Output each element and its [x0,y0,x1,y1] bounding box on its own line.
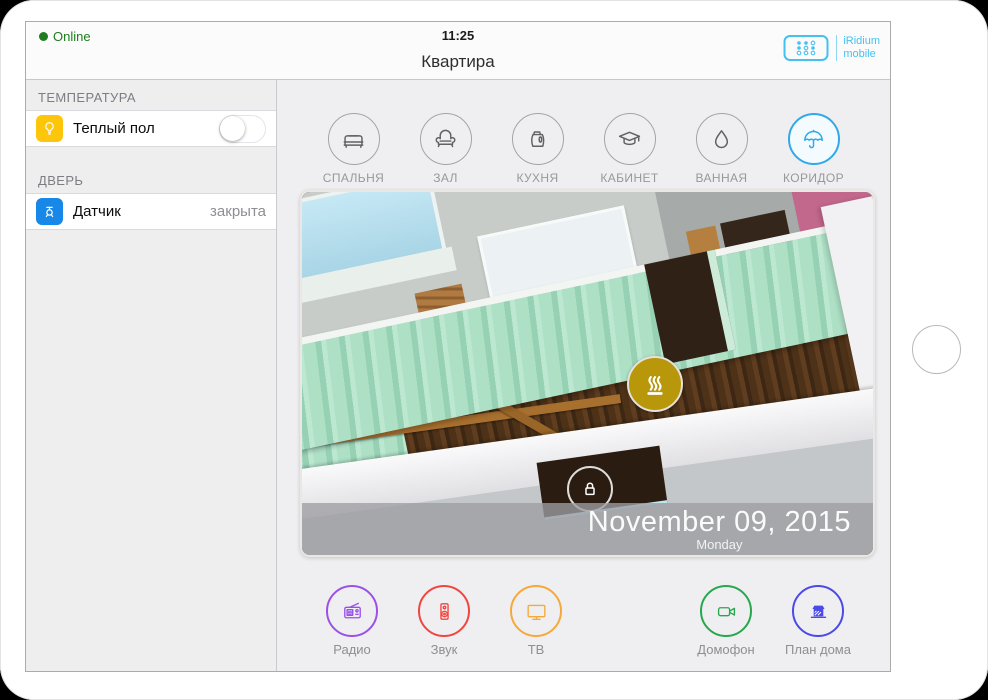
room-label: КАБИНЕТ [600,171,658,185]
room-tab-kitchen[interactable]: КУХНЯ [492,113,584,185]
page-title: Квартира [26,52,890,72]
graduation-cap-icon [604,113,656,165]
iridium-logo-text: iRidium mobile [836,35,880,60]
date-block: November 09, 2015 Monday [588,506,851,552]
door-sensor-value: закрыта [210,203,266,220]
radio-button[interactable]: Радио [306,585,398,657]
tv-button[interactable]: ТВ [490,585,582,657]
app-screen: Online 11:25 Квартира iRidium mobile ТЕМ… [25,21,891,672]
kettle-icon [512,113,564,165]
ipad-device-frame: Online 11:25 Квартира iRidium mobile ТЕМ… [0,0,988,700]
action-label: План дома [785,642,851,657]
sidebar: ТЕМПЕРАТУРА Теплый пол ДВЕРЬ [26,80,277,671]
date-text: November 09, 2015 [588,506,851,539]
floorplan-3d-view[interactable]: November 09, 2015 Monday [300,190,875,557]
door-sensor-label: Датчик [73,203,121,220]
house-plan-icon [792,585,844,637]
action-label: Звук [431,642,458,657]
logo-line1: iRidium [843,35,880,48]
home-actions-group: Домофон План дома [680,585,864,657]
padlock-icon [578,477,602,501]
room-label: КУХНЯ [516,171,558,185]
door-sensor-icon [36,198,63,225]
intercom-button[interactable]: Домофон [680,585,772,657]
bed-icon [328,113,380,165]
bottom-actions: Радио Звук [277,585,890,672]
heated-floor-row: Теплый пол [26,110,276,147]
media-actions-group: Радио Звук [306,585,582,657]
light-bulb-icon [36,115,63,142]
room-tab-bedroom[interactable]: СПАЛЬНЯ [308,113,400,185]
room-label: СПАЛЬНЯ [323,171,384,185]
room-label: КОРИДОР [783,171,844,185]
sidebar-section-door: ДВЕРЬ [26,163,276,193]
room-tab-livingroom[interactable]: ЗАЛ [400,113,492,185]
toggle-knob [220,116,245,141]
logo-line2: mobile [843,48,880,61]
heated-floor-label: Теплый пол [73,120,155,137]
iridium-logo: iRidium mobile [783,34,880,62]
armchair-icon [420,113,472,165]
tv-icon [510,585,562,637]
room-tab-bathroom[interactable]: ВАННАЯ [676,113,768,185]
action-label: Радио [333,642,371,657]
room-label: ЗАЛ [433,171,458,185]
iridium-dots-badge-icon [783,34,829,62]
room-label: ВАННАЯ [695,171,747,185]
clock: 11:25 [26,28,890,43]
video-camera-icon [700,585,752,637]
heated-floor-button[interactable] [627,356,683,412]
radio-icon [326,585,378,637]
house-plan-button[interactable]: План дома [772,585,864,657]
heat-waves-icon [640,369,670,399]
date-overlay: November 09, 2015 Monday [302,503,873,555]
action-label: Домофон [697,642,754,657]
sidebar-section-temperature: ТЕМПЕРАТУРА [26,80,276,110]
room-tab-office[interactable]: КАБИНЕТ [584,113,676,185]
door-sensor-row[interactable]: Датчик закрыта [26,193,276,230]
speaker-icon [418,585,470,637]
room-tab-corridor[interactable]: КОРИДОР [768,113,860,185]
water-drop-icon [696,113,748,165]
main-content: СПАЛЬНЯ ЗАЛ [277,80,890,671]
heated-floor-toggle[interactable] [219,115,266,143]
action-label: ТВ [528,642,545,657]
room-selector: СПАЛЬНЯ ЗАЛ [277,113,890,185]
weekday-text: Monday [588,537,851,552]
header-bar: Online 11:25 Квартира iRidium mobile [26,22,890,80]
sound-button[interactable]: Звук [398,585,490,657]
umbrella-icon [788,113,840,165]
home-button[interactable] [912,325,961,374]
sidebar-spacer [26,147,276,163]
